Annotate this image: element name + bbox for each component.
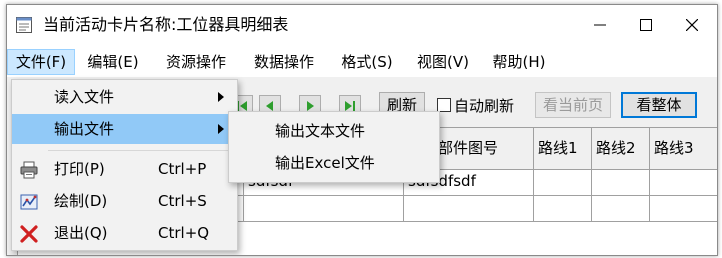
menu-data-ops[interactable]: 数据操作 — [245, 49, 323, 75]
grid-cell[interactable] — [534, 196, 592, 222]
output-file-submenu: 输出文本文件 输出Excel文件 — [228, 111, 440, 183]
menu-item-read-file[interactable]: 读入文件 — [12, 82, 235, 112]
menu-item-label: 退出(Q) — [54, 224, 108, 242]
auto-refresh-checkbox[interactable]: 自动刷新 — [437, 95, 514, 115]
view-whole-button[interactable]: 看整体 — [621, 92, 697, 118]
close-button[interactable] — [669, 5, 715, 45]
maximize-icon — [640, 19, 652, 31]
maximize-button[interactable] — [623, 5, 669, 45]
submenu-arrow-icon — [218, 92, 224, 102]
menu-item-exit[interactable]: 退出(Q) Ctrl+Q — [12, 218, 235, 248]
menu-item-shortcut: Ctrl+S — [158, 192, 207, 210]
menu-separator — [48, 150, 233, 151]
menu-item-label: 打印(P) — [54, 160, 105, 178]
app-icon — [16, 17, 32, 33]
exit-icon — [20, 225, 38, 243]
menu-item-label: 读入文件 — [54, 88, 115, 106]
menu-view[interactable]: 视图(V) — [411, 49, 475, 75]
window-title: 当前活动卡片名称:工位器具明细表 — [43, 15, 289, 34]
grid-cell[interactable] — [404, 196, 534, 222]
auto-refresh-label: 自动刷新 — [454, 96, 515, 115]
grid-cell[interactable] — [244, 196, 404, 222]
menu-resource-ops[interactable]: 资源操作 — [157, 49, 235, 75]
grid-header-cell: 路线3 — [650, 128, 717, 170]
view-current-page-button[interactable]: 看当前页 — [535, 92, 611, 118]
menu-item-shortcut: Ctrl+P — [158, 160, 207, 178]
checkbox-box[interactable] — [437, 98, 451, 112]
menu-item-draw[interactable]: 绘制(D) Ctrl+S — [12, 186, 235, 216]
draw-icon — [20, 194, 38, 210]
menu-item-output-excel[interactable]: 输出Excel文件 — [229, 148, 437, 178]
minimize-icon — [594, 24, 606, 26]
title-bar: 当前活动卡片名称:工位器具明细表 — [7, 5, 717, 45]
menu-format[interactable]: 格式(S) — [335, 49, 399, 75]
printer-icon — [20, 161, 38, 179]
menu-file[interactable]: 文件(F) — [7, 49, 75, 75]
menu-item-label: 输出文件 — [54, 120, 115, 138]
submenu-arrow-icon — [218, 124, 224, 134]
grid-cell[interactable] — [592, 170, 650, 196]
menu-bar: 文件(F) 编辑(E) 资源操作 数据操作 格式(S) 视图(V) 帮助(H) — [7, 49, 717, 75]
close-icon — [686, 19, 698, 31]
grid-cell[interactable] — [650, 170, 717, 196]
grid-header-cell: 路线1 — [534, 128, 592, 170]
menu-item-output-file[interactable]: 输出文件 — [12, 114, 235, 144]
menu-item-label: 绘制(D) — [54, 192, 108, 210]
grid-cell[interactable] — [592, 196, 650, 222]
main-window: 当前活动卡片名称:工位器具明细表 文件(F) 编辑(E) 资源操作 数据操作 格… — [6, 4, 718, 256]
menu-item-print[interactable]: 打印(P) Ctrl+P — [12, 154, 235, 184]
menu-item-shortcut: Ctrl+Q — [158, 224, 210, 242]
grid-cell[interactable] — [650, 196, 717, 222]
grid-header-cell: 路线2 — [592, 128, 650, 170]
menu-help[interactable]: 帮助(H) — [487, 49, 551, 75]
grid-cell[interactable] — [534, 170, 592, 196]
menu-item-label: 输出Excel文件 — [275, 154, 375, 172]
menu-edit[interactable]: 编辑(E) — [82, 49, 144, 75]
menu-item-output-text[interactable]: 输出文本文件 — [229, 116, 437, 146]
file-menu-dropdown: 读入文件 输出文件 打印(P) Ctrl+P 绘制(D) Ctrl+S 退出(Q… — [11, 79, 238, 251]
minimize-button[interactable] — [577, 5, 623, 45]
menu-item-label: 输出文本文件 — [275, 122, 366, 140]
